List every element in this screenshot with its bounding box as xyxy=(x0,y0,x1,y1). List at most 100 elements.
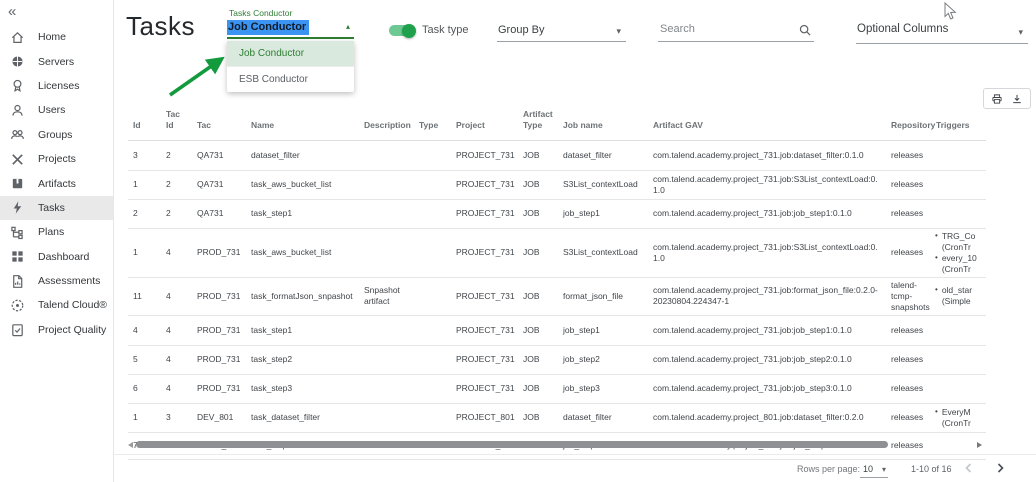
cell-id: 5 xyxy=(128,345,161,374)
sidebar-item-projects[interactable]: Projects xyxy=(0,147,113,171)
cell-artifact-gav: com.talend.academy.project_731.job:S3Lis… xyxy=(648,171,886,200)
column-header-id[interactable]: Id xyxy=(128,96,161,141)
cell-job-name: S3List_contextLoad xyxy=(558,229,648,278)
table-row[interactable]: 114PROD_731task_formatJson_snpashotSnpas… xyxy=(128,277,986,315)
column-header-description[interactable]: Description xyxy=(359,96,414,141)
search-input[interactable] xyxy=(658,22,794,36)
rows-per-page-select[interactable]: 10 ▾ xyxy=(860,461,888,478)
scroll-right-arrow[interactable] xyxy=(977,442,982,448)
column-header-name[interactable]: Name xyxy=(246,96,359,141)
previous-page-button[interactable] xyxy=(962,461,976,475)
sidebar-nav: HomeServersLicensesUsersGroupsProjectsAr… xyxy=(0,25,113,342)
cell-triggers xyxy=(931,345,986,374)
table-row[interactable]: 14PROD_731task_aws_bucket_listPROJECT_73… xyxy=(128,229,986,278)
column-header-artifact-type[interactable]: Artifact Type xyxy=(518,96,558,141)
sidebar-item-users[interactable]: Users xyxy=(0,98,113,122)
column-header-job-name[interactable]: Job name xyxy=(558,96,648,141)
cell-project: PROJECT_731 xyxy=(451,200,518,229)
rows-per-page-label: Rows per page: xyxy=(797,464,860,474)
cell-job-name: format_json_file xyxy=(558,277,648,315)
scrollbar-thumb[interactable] xyxy=(136,441,888,448)
column-header-repository[interactable]: Repository xyxy=(886,96,931,141)
trigger-item: •TRG_Co(CronTr xyxy=(935,231,982,252)
conductor-option-label: ESB Conductor xyxy=(239,74,308,85)
table-row[interactable]: 12QA731task_aws_bucket_listPROJECT_731JO… xyxy=(128,171,986,200)
cell-tac: PROD_731 xyxy=(192,374,246,403)
column-header-tac-id[interactable]: Tac Id xyxy=(161,96,192,141)
cell-artifact-type: JOB xyxy=(518,200,558,229)
table-row[interactable]: 32QA731dataset_filterPROJECT_731JOBdatas… xyxy=(128,141,986,171)
sidebar-item-groups[interactable]: Groups xyxy=(0,123,113,147)
conductor-select[interactable]: Job Conductor ▴ xyxy=(227,19,354,39)
sidebar-item-talend-cloud[interactable]: Talend Cloud® xyxy=(0,293,113,317)
cell-project: PROJECT_731 xyxy=(451,374,518,403)
scroll-left-arrow[interactable] xyxy=(128,442,133,448)
cell-tac: QA731 xyxy=(192,171,246,200)
cell-description xyxy=(359,171,414,200)
search-box xyxy=(658,20,814,42)
cell-tac: DEV_801 xyxy=(192,403,246,432)
conductor-selected-value: Job Conductor xyxy=(227,20,309,35)
search-icon[interactable] xyxy=(798,23,812,37)
cell-job-name: dataset_filter xyxy=(558,141,648,171)
column-header-artifact-gav[interactable]: Artifact GAV xyxy=(648,96,886,141)
table-row[interactable]: 44PROD_731task_step1PROJECT_731JOBjob_st… xyxy=(128,315,986,345)
dashboard-icon xyxy=(10,249,25,264)
cell-project: PROJECT_731 xyxy=(451,315,518,345)
download-button[interactable] xyxy=(1011,93,1023,105)
cell-job-name: job_step3 xyxy=(558,374,648,403)
cell-triggers: •TRG_Co(CronTr•every_10(CronTr xyxy=(931,229,986,278)
column-header-tac[interactable]: Tac xyxy=(192,96,246,141)
group-by-label: Group By xyxy=(498,24,544,36)
table-row[interactable]: 54PROD_731task_step2PROJECT_731JOBjob_st… xyxy=(128,345,986,374)
table-actions xyxy=(983,88,1031,109)
cell-artifact-gav: com.talend.academy.project_731.job:job_s… xyxy=(648,315,886,345)
sidebar-item-servers[interactable]: Servers xyxy=(0,49,113,73)
cell-artifact-gav: com.talend.academy.project_801.job:datas… xyxy=(648,403,886,432)
cell-type xyxy=(414,171,451,200)
cell-artifact-type: JOB xyxy=(518,345,558,374)
annotation-arrow xyxy=(164,50,236,100)
task-type-toggle[interactable] xyxy=(389,25,414,36)
cell-project: PROJECT_731 xyxy=(451,141,518,171)
projects-icon xyxy=(10,152,25,167)
column-header-project[interactable]: Project xyxy=(451,96,518,141)
cell-description xyxy=(359,141,414,171)
home-icon xyxy=(10,30,25,45)
cell-triggers xyxy=(931,200,986,229)
print-button[interactable] xyxy=(991,93,1003,105)
sidebar-item-assessments[interactable]: Assessments xyxy=(0,269,113,293)
sidebar-item-tasks[interactable]: Tasks xyxy=(0,196,113,220)
assessments-icon xyxy=(10,274,25,289)
cell-name: task_step2 xyxy=(246,345,359,374)
quality-icon xyxy=(10,322,25,337)
sidebar-item-artifacts[interactable]: Artifacts xyxy=(0,171,113,195)
cell-repository: releases xyxy=(886,141,931,171)
group-by-select[interactable]: Group By ▾ xyxy=(497,20,626,42)
conductor-option-job-conductor[interactable]: Job Conductor xyxy=(227,41,354,66)
conductor-option-esb-conductor[interactable]: ESB Conductor xyxy=(227,66,354,92)
next-page-button[interactable] xyxy=(993,461,1007,475)
optional-columns-select[interactable]: Optional Columns ▾ xyxy=(856,16,1028,44)
cell-tac-id: 4 xyxy=(161,229,192,278)
table-row[interactable]: 13DEV_801task_dataset_filterPROJECT_801J… xyxy=(128,403,986,432)
column-header-triggers[interactable]: Triggers xyxy=(931,96,986,141)
cell-name: task_dataset_filter xyxy=(246,403,359,432)
caret-down-icon: ▾ xyxy=(1018,27,1023,38)
sidebar-item-home[interactable]: Home xyxy=(0,25,113,49)
cell-job-name: dataset_filter xyxy=(558,403,648,432)
sidebar-item-project-quality[interactable]: Project Quality xyxy=(0,318,113,342)
cell-tac-id: 4 xyxy=(161,315,192,345)
cell-artifact-type: JOB xyxy=(518,277,558,315)
cell-triggers xyxy=(931,141,986,171)
sidebar-item-dashboard[interactable]: Dashboard xyxy=(0,245,113,269)
sidebar-item-licenses[interactable]: Licenses xyxy=(0,74,113,98)
sidebar-item-label: Dashboard xyxy=(38,251,89,263)
cell-name: task_aws_bucket_list xyxy=(246,171,359,200)
table-row[interactable]: 22QA731task_step1PROJECT_731JOBjob_step1… xyxy=(128,200,986,229)
cell-type xyxy=(414,315,451,345)
column-header-type[interactable]: Type xyxy=(414,96,451,141)
table-row[interactable]: 64PROD_731task_step3PROJECT_731JOBjob_st… xyxy=(128,374,986,403)
sidebar-item-plans[interactable]: Plans xyxy=(0,220,113,244)
sidebar-collapse-button[interactable]: « xyxy=(8,3,16,21)
